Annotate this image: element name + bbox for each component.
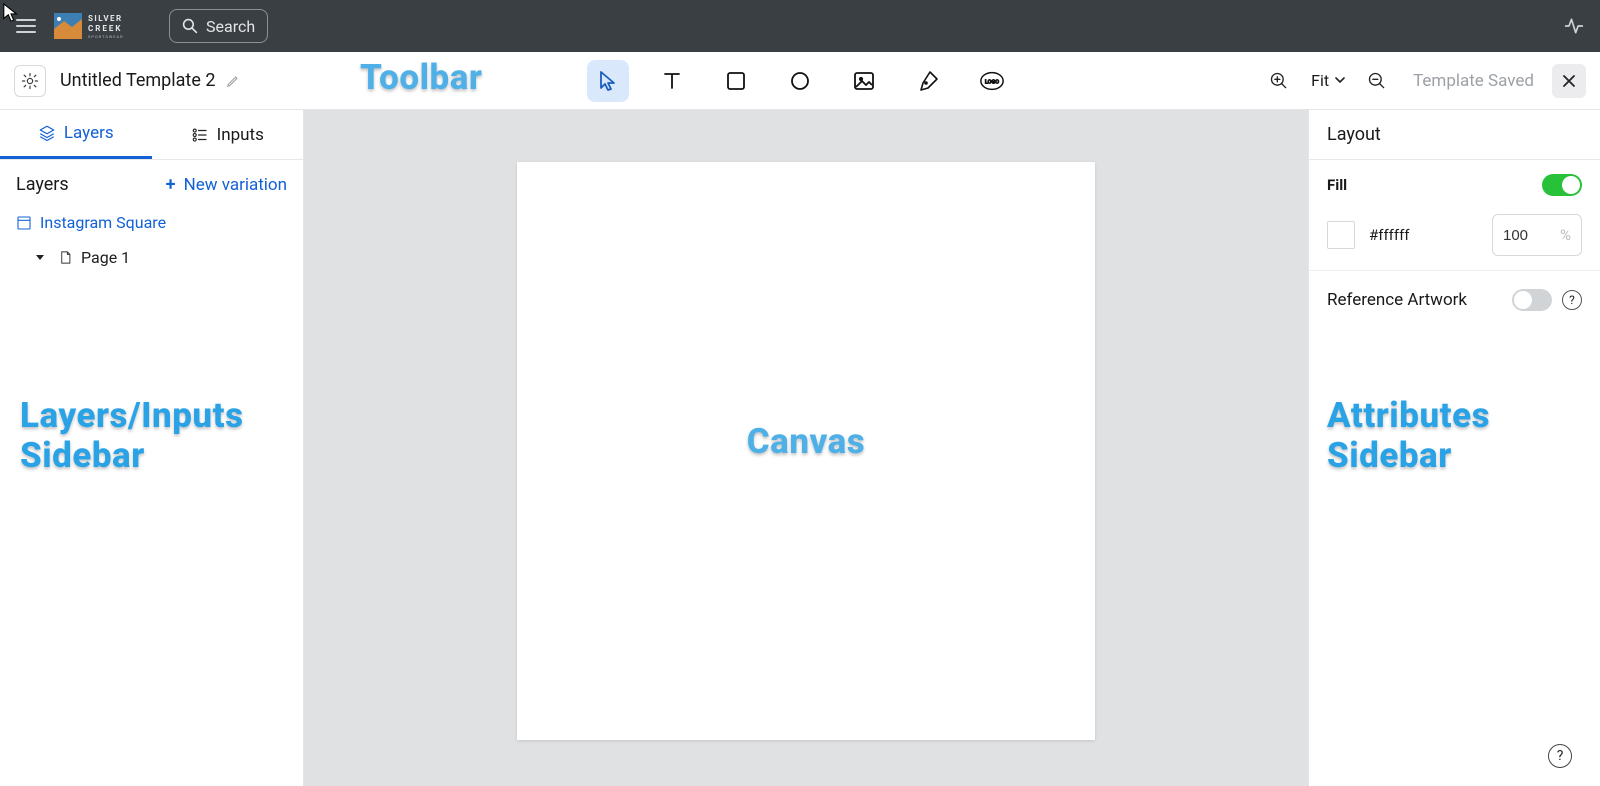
tool-ellipse[interactable] [779,60,821,102]
svg-text:SPORTSWEAR: SPORTSWEAR [88,34,124,39]
fill-section: Fill #ffffff % [1309,160,1600,271]
page-icon [58,250,73,265]
reference-help-button[interactable]: ? [1562,290,1582,310]
tool-image[interactable] [843,60,885,102]
fill-opacity-field[interactable]: % [1492,214,1582,256]
layers-heading: Layers [16,174,69,195]
toolbar-right: Fit Template Saved [1265,64,1586,98]
zoom-level-label: Fit [1311,71,1329,90]
fill-toggle[interactable] [1542,174,1582,196]
template-title: Untitled Template 2 [60,70,215,91]
cursor-icon [596,69,620,93]
tool-select[interactable] [587,60,629,102]
fill-label: Fill [1327,176,1347,194]
fill-opacity-input[interactable] [1503,227,1543,244]
text-icon [660,69,684,93]
caret-down-icon [36,255,44,260]
reference-artwork-row: Reference Artwork ? [1309,271,1600,329]
inputs-icon [191,126,209,144]
variation-item[interactable]: Instagram Square [0,205,303,240]
zoom-out-button[interactable] [1363,67,1391,95]
fill-hex[interactable]: #ffffff [1369,226,1478,244]
zoom-out-icon [1367,71,1387,91]
svg-text:SILVER: SILVER [88,14,123,23]
zoom-level-selector[interactable]: Fit [1305,67,1351,94]
tab-inputs-label: Inputs [217,125,264,145]
annotation-toolbar: Toolbar [360,58,482,98]
canvas-area[interactable]: Canvas [304,110,1308,786]
fill-swatch[interactable] [1327,221,1355,249]
ellipse-icon [788,69,812,93]
search-label: Search [206,17,255,36]
help-button[interactable]: ? [1548,744,1572,768]
activity-button[interactable] [1560,12,1588,40]
template-settings-button[interactable] [14,65,46,97]
menu-button[interactable] [12,12,40,40]
new-variation-label: New variation [184,175,287,195]
app-header: SILVER CREEK SPORTSWEAR Search [0,0,1600,52]
tool-rectangle[interactable] [715,60,757,102]
template-title-wrap: Untitled Template 2 [60,70,241,91]
page-name: Page 1 [81,248,130,267]
activity-icon [1564,16,1584,36]
toolbar: Untitled Template 2 Toolbar LOGO [0,52,1600,110]
tool-pen[interactable] [907,60,949,102]
gear-icon [21,72,39,90]
search-icon [182,18,198,34]
sidebar-tabs: Layers Inputs [0,110,303,160]
annotation-right-sidebar: AttributesSidebar [1327,396,1490,477]
close-button[interactable] [1552,64,1586,98]
reference-artwork-toggle[interactable] [1512,289,1552,311]
fill-opacity-unit: % [1560,226,1571,244]
zoom-in-button[interactable] [1265,67,1293,95]
annotation-left-sidebar: Layers/InputsSidebar [20,396,244,477]
new-variation-button[interactable]: + New variation [166,174,287,195]
tab-layers[interactable]: Layers [0,110,152,159]
brand-logo-icon: SILVER CREEK SPORTSWEAR [54,11,155,41]
main: Layers Inputs Layers + New variation Ins… [0,110,1600,786]
zoom-in-icon [1269,71,1289,91]
variation-name: Instagram Square [40,213,166,232]
hamburger-icon [16,18,36,34]
right-sidebar: Layout Fill #ffffff % Reference Artwork … [1308,110,1600,786]
search-button[interactable]: Search [169,9,268,43]
pen-icon [916,69,940,93]
layers-header-row: Layers + New variation [0,160,303,205]
canvas-page[interactable] [517,162,1095,740]
rectangle-icon [724,69,748,93]
save-status: Template Saved [1413,71,1534,91]
page-item[interactable]: Page 1 [0,240,303,275]
svg-text:CREEK: CREEK [88,24,122,33]
tab-layers-label: Layers [64,123,114,143]
reference-artwork-label: Reference Artwork [1327,290,1467,310]
layout-heading: Layout [1309,110,1600,160]
image-icon [852,69,876,93]
chevron-down-icon [1335,77,1345,84]
left-sidebar: Layers Inputs Layers + New variation Ins… [0,110,304,786]
frame-icon [16,215,32,231]
layers-icon [38,124,56,142]
brand-logo[interactable]: SILVER CREEK SPORTSWEAR [54,11,155,41]
tab-inputs[interactable]: Inputs [152,110,304,159]
logo-icon: LOGO [979,69,1005,93]
tool-text[interactable] [651,60,693,102]
pencil-icon [225,73,241,89]
svg-text:LOGO: LOGO [985,79,999,85]
rename-button[interactable] [225,73,241,89]
tool-logo[interactable]: LOGO [971,60,1013,102]
close-icon [1561,73,1577,89]
tool-group: LOGO [587,60,1013,102]
plus-icon: + [166,174,176,195]
